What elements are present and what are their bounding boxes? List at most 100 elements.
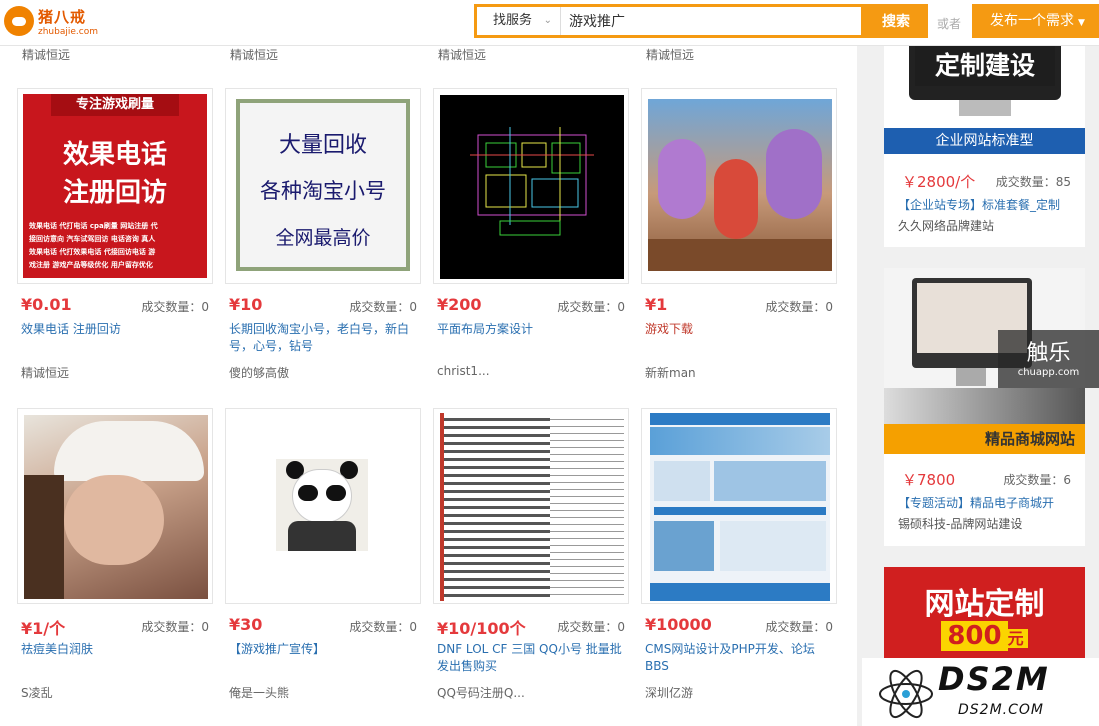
seller-name[interactable]: 新新man	[645, 364, 696, 381]
monitor-stand	[956, 368, 986, 386]
monitor-stand	[959, 100, 1011, 116]
service-title-link[interactable]: 祛痘美白润肤	[21, 641, 209, 658]
floor-plan-drawing	[470, 127, 594, 236]
image-text: 注册回访	[62, 178, 167, 208]
top-header: 猪八戒 zhubajie.com 找服务 ⌄ 搜索 或者 发布一个需求 ▼	[0, 0, 1099, 46]
service-thumbnail[interactable]	[641, 408, 837, 604]
ad-title-link[interactable]: 【企业站专场】标准套餐_定制	[898, 196, 1060, 213]
service-card[interactable]: ¥1 成交数量：0 游戏下载 新新man	[641, 88, 837, 386]
price: ¥30	[229, 615, 263, 634]
ad-decor	[884, 388, 1085, 424]
seller-name[interactable]: 精诚恒远	[438, 46, 486, 63]
service-title-link[interactable]: 效果电话 注册回访	[21, 321, 209, 338]
service-card[interactable]: 大量回收 各种淘宝小号 全网最高价 ¥10 成交数量：0 长期回收淘宝小号，老白…	[225, 88, 421, 386]
seller-name[interactable]: 傻的够高傲	[229, 364, 289, 381]
service-title-link[interactable]: 平面布局方案设计	[437, 321, 625, 338]
ad-price-unit: 元	[1007, 629, 1028, 648]
service-title-link[interactable]: DNF LOL CF 三国 QQ小号 批量批发出售购买	[437, 641, 625, 675]
service-card[interactable]: ¥10000 成交数量：0 CMS网站设计及PHP开发、论坛BBS 深圳亿游	[641, 408, 837, 706]
logo-domain: zhubajie.com	[38, 27, 98, 37]
seller-name[interactable]: S凌乱	[21, 684, 53, 701]
service-card[interactable]: ¥200 成交数量：0 平面布局方案设计 christ1...	[433, 88, 629, 386]
publish-request-button[interactable]: 发布一个需求 ▼	[972, 4, 1099, 38]
service-card[interactable]: ¥10/100个 成交数量：0 DNF LOL CF 三国 QQ小号 批量批发出…	[433, 408, 629, 706]
seller-name[interactable]: 精诚恒远	[646, 46, 694, 63]
panda-image	[276, 459, 368, 551]
sidebar-ad-3[interactable]: 网站定制 800 元	[884, 567, 1085, 659]
search-box: 找服务 ⌄	[474, 4, 864, 38]
service-thumbnail[interactable]	[641, 88, 837, 284]
price: ¥200	[437, 295, 482, 314]
deal-count: 成交数量：0	[349, 300, 417, 314]
price: ¥1	[645, 295, 668, 314]
service-title-link[interactable]: 长期回收淘宝小号，老白号，新白号，心号，钻号	[229, 321, 417, 355]
seller-name[interactable]: 精诚恒远	[22, 46, 70, 63]
price: ¥10	[229, 295, 263, 314]
ad-price: ￥7800	[902, 471, 956, 489]
seller-name[interactable]: 精诚恒远	[230, 46, 278, 63]
atom-logo-icon	[879, 669, 933, 719]
number-list-image	[440, 413, 624, 601]
portrait-photo	[24, 415, 208, 599]
service-thumbnail[interactable]: 专注游戏刷量 效果电话 注册回访 效果电话 代打电话 cpa刷量 网站注册 代 …	[17, 88, 213, 284]
service-card[interactable]: ¥1/个 成交数量：0 祛痘美白润肤 S凌乱	[17, 408, 213, 706]
ad-banner: 精品商城网站	[884, 424, 1085, 454]
watermark-domain: chuapp.com	[1017, 367, 1080, 378]
seller-name[interactable]: QQ号码注册Q...	[437, 684, 525, 701]
service-card[interactable]: ¥30 成交数量：0 【游戏推广宣传】 俺是一头熊	[225, 408, 421, 706]
ad-price: ￥2800/个	[902, 173, 976, 191]
service-card[interactable]: 专注游戏刷量 效果电话 注册回访 效果电话 代打电话 cpa刷量 网站注册 代 …	[17, 88, 213, 386]
service-title-link[interactable]: CMS网站设计及PHP开发、论坛BBS	[645, 641, 833, 675]
search-button[interactable]: 搜索	[864, 4, 928, 38]
seller-name[interactable]: 深圳亿游	[645, 684, 693, 701]
ds2m-watermark: DS2M DS2M.COM	[862, 658, 1099, 726]
seller-name[interactable]: 俺是一头熊	[229, 684, 289, 701]
ad-image: 专注游戏刷量 效果电话 注册回访 效果电话 代打电话 cpa刷量 网站注册 代 …	[23, 94, 207, 278]
deal-count: 成交数量：0	[557, 620, 625, 634]
deal-count: 成交数量：0	[141, 620, 209, 634]
watermark-text: 触乐	[1026, 341, 1071, 366]
search-type-select[interactable]: 找服务 ⌄	[477, 7, 561, 35]
sidebar-ad-2[interactable]: 精品商城网站 ￥7800 成交数量：6 【专题活动】精品电子商城开 锡硕科技-品…	[884, 268, 1085, 546]
publish-button-label: 发布一个需求	[990, 13, 1074, 29]
service-thumbnail[interactable]	[433, 408, 629, 604]
chuapp-watermark: 触乐 chuapp.com	[998, 330, 1099, 388]
search-input[interactable]	[563, 7, 861, 35]
logo-text: 猪八戒	[38, 8, 87, 26]
ad-deal-count: 成交数量：85	[995, 175, 1071, 189]
website-screenshot-image	[650, 413, 830, 601]
service-title-link[interactable]: 游戏下载	[645, 321, 833, 338]
service-title-link[interactable]: 【游戏推广宣传】	[229, 641, 417, 658]
ad-image: 大量回收 各种淘宝小号 全网最高价	[236, 99, 410, 271]
image-text: 全网最高价	[275, 227, 371, 249]
monitor-shape: 定制建设	[909, 40, 1061, 100]
image-text: 效果电话	[62, 140, 167, 170]
site-logo[interactable]: 猪八戒 zhubajie.com	[4, 4, 104, 40]
price: ¥0.01	[21, 295, 72, 314]
ad-image-text: 定制建设	[915, 46, 1055, 86]
seller-name[interactable]: 精诚恒远	[21, 364, 69, 381]
search-type-label: 找服务	[493, 13, 533, 28]
deal-count: 成交数量：0	[141, 300, 209, 314]
ad-seller[interactable]: 久久网络品牌建站	[898, 217, 994, 234]
service-thumbnail[interactable]	[433, 88, 629, 284]
ds2m-logo-text: DS2M	[938, 660, 1050, 698]
deal-count: 成交数量：0	[349, 620, 417, 634]
service-thumbnail[interactable]: 大量回收 各种淘宝小号 全网最高价	[225, 88, 421, 284]
image-header-text: 专注游戏刷量	[51, 94, 179, 116]
deal-count: 成交数量：0	[765, 620, 833, 634]
seller-name[interactable]: christ1...	[437, 364, 490, 378]
ad-seller[interactable]: 锡硕科技-品牌网站建设	[898, 515, 1022, 532]
game-artwork-image	[648, 99, 832, 271]
pig-logo-icon	[4, 6, 34, 36]
listing-area: 精诚恒远 精诚恒远 精诚恒远 精诚恒远 专注游戏刷量 效果电话 注册回访 效果电…	[0, 0, 857, 726]
ad-title-link[interactable]: 【专题活动】精品电子商城开	[898, 494, 1054, 511]
ad-price-number: 800	[941, 621, 1008, 651]
ad-banner: 企业网站标准型	[884, 128, 1085, 154]
service-thumbnail[interactable]	[225, 408, 421, 604]
deal-count: 成交数量：0	[557, 300, 625, 314]
image-text: 大量回收	[278, 133, 367, 158]
floor-plan-image	[440, 95, 624, 279]
service-thumbnail[interactable]	[17, 408, 213, 604]
price: ¥1/个	[21, 619, 66, 638]
